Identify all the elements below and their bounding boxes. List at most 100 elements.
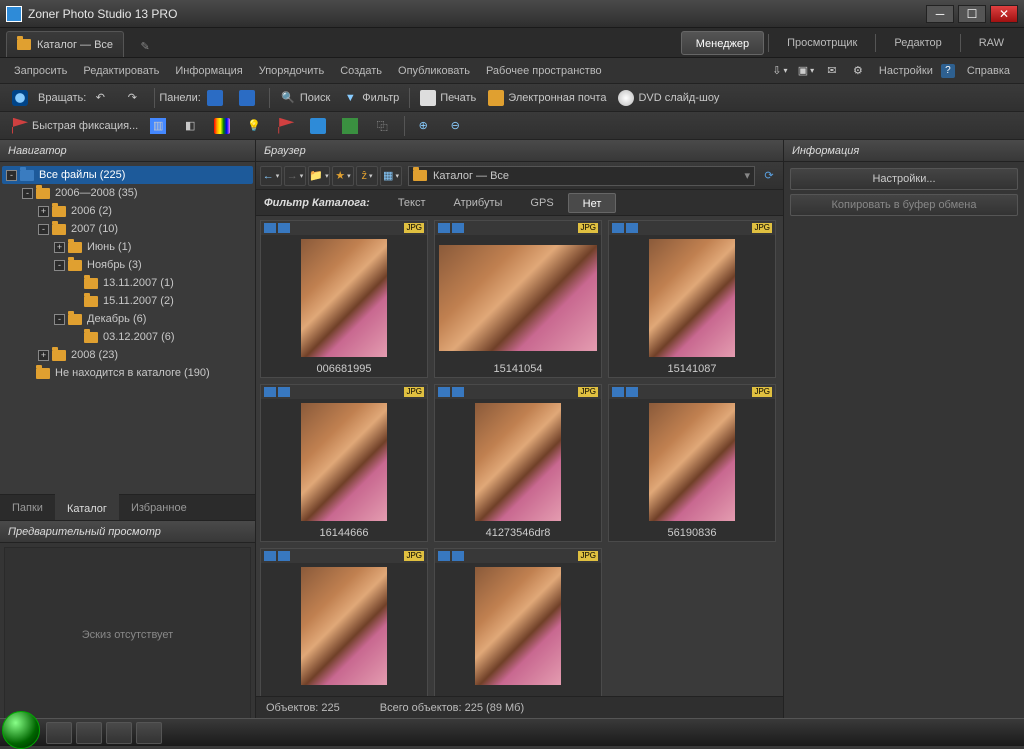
menu-publish[interactable]: Опубликовать xyxy=(390,58,478,83)
fav-button[interactable]: ★ xyxy=(332,166,354,186)
tab-catalog[interactable]: Каталог xyxy=(55,494,119,520)
tree-twisty[interactable]: + xyxy=(54,242,65,253)
taskbar-item[interactable] xyxy=(136,722,162,744)
info-copy-button[interactable]: Копировать в буфер обмена xyxy=(790,194,1018,216)
filter-text[interactable]: Текст xyxy=(384,193,440,213)
print-button[interactable]: Печать xyxy=(414,87,482,109)
taskbar-item[interactable] xyxy=(46,722,72,744)
flag-button[interactable] xyxy=(272,115,304,137)
filter-attrs[interactable]: Атрибуты xyxy=(440,193,517,213)
refresh-button[interactable]: ⟳ xyxy=(759,166,779,186)
tab-folders[interactable]: Папки xyxy=(0,495,55,520)
minimize-button[interactable]: ─ xyxy=(926,5,954,23)
acquire-button[interactable] xyxy=(6,87,38,109)
export-icon[interactable]: ▣ xyxy=(797,62,815,80)
thumbnail[interactable]: JPG56190836 xyxy=(608,384,776,542)
tree-item[interactable]: +2008 (23) xyxy=(2,346,253,364)
thumbnail-grid[interactable]: JPG006681995JPG15141054JPG15141087 JPG161… xyxy=(256,216,783,696)
filter-none[interactable]: Нет xyxy=(568,193,617,213)
thumbnail[interactable]: JPG16144666 xyxy=(260,384,428,542)
up-button[interactable]: 📁 xyxy=(308,166,330,186)
mode-editor[interactable]: Редактор xyxy=(880,31,955,55)
import-icon[interactable]: ⇩ xyxy=(771,62,789,80)
taskbar-item[interactable] xyxy=(76,722,102,744)
view-button[interactable]: ▦ xyxy=(380,166,402,186)
tree-item[interactable]: +2006 (2) xyxy=(2,202,253,220)
email-button[interactable]: Электронная почта xyxy=(482,87,612,109)
windows-taskbar[interactable] xyxy=(0,718,1024,746)
sort-button[interactable]: ẑ xyxy=(356,166,378,186)
tree-item[interactable]: -Ноябрь (3) xyxy=(2,256,253,274)
tree-twisty[interactable]: - xyxy=(54,260,65,271)
tree-twisty[interactable] xyxy=(70,332,81,343)
gear-icon[interactable]: ⚙ xyxy=(849,62,867,80)
tree-item[interactable]: +Июнь (1) xyxy=(2,238,253,256)
tree-twisty[interactable] xyxy=(70,296,81,307)
menu-arrange[interactable]: Упорядочить xyxy=(251,58,332,83)
zoom-in-button[interactable]: ⊕ xyxy=(409,115,441,137)
green-button[interactable] xyxy=(336,115,368,137)
histogram-button[interactable]: ▥ xyxy=(144,115,176,137)
panel-2-button[interactable] xyxy=(233,87,265,109)
panel-1-button[interactable] xyxy=(201,87,233,109)
info-settings-button[interactable]: Настройки... xyxy=(790,168,1018,190)
forward-button[interactable]: → xyxy=(284,166,306,186)
rotate-left-button[interactable]: ↶ xyxy=(86,87,118,109)
menu-settings[interactable]: Настройки xyxy=(871,58,941,83)
taskbar-item[interactable] xyxy=(106,722,132,744)
tree-item[interactable]: -Декабрь (6) xyxy=(2,310,253,328)
copy-button[interactable]: ⿻ xyxy=(368,115,400,137)
tree-item[interactable]: -2007 (10) xyxy=(2,220,253,238)
dvd-button[interactable]: DVD слайд-шоу xyxy=(612,87,725,109)
mode-viewer[interactable]: Просмотрщик xyxy=(773,31,871,55)
tree-item[interactable]: 15.11.2007 (2) xyxy=(2,292,253,310)
menu-help[interactable]: Справка xyxy=(959,58,1018,83)
edit-tab-icon[interactable]: ✎ xyxy=(134,35,156,57)
filter-gps[interactable]: GPS xyxy=(516,193,567,213)
close-button[interactable]: ✕ xyxy=(990,5,1018,23)
search-button[interactable]: 🔍Поиск xyxy=(274,87,336,109)
tree-twisty[interactable]: + xyxy=(38,350,49,361)
quickfix-button[interactable]: Быстрая фиксация... xyxy=(6,115,144,137)
zoom-out-button[interactable]: ⊖ xyxy=(441,115,473,137)
path-bar[interactable]: Каталог — Все ▾ xyxy=(408,166,755,186)
back-button[interactable]: ← xyxy=(260,166,282,186)
tab-favorites[interactable]: Избранное xyxy=(119,495,199,520)
tree-item[interactable]: 13.11.2007 (1) xyxy=(2,274,253,292)
menu-workspace[interactable]: Рабочее пространство xyxy=(478,58,610,83)
thumbnail[interactable]: JPG xyxy=(260,548,428,696)
thumbnail[interactable]: JPG41273546dr8 xyxy=(434,384,602,542)
rotate-right-button[interactable]: ↷ xyxy=(118,87,150,109)
tree-twisty[interactable] xyxy=(70,278,81,289)
menu-create[interactable]: Создать xyxy=(332,58,390,83)
image-button[interactable] xyxy=(304,115,336,137)
thumbnail[interactable]: JPG xyxy=(434,548,602,696)
filter-button[interactable]: ▼Фильтр xyxy=(336,87,405,109)
start-button[interactable] xyxy=(2,711,40,749)
menu-info[interactable]: Информация xyxy=(167,58,250,83)
thumbnail[interactable]: JPG006681995 xyxy=(260,220,428,378)
menu-edit[interactable]: Редактировать xyxy=(75,58,167,83)
tree-item[interactable]: Не находится в каталоге (190) xyxy=(2,364,253,382)
tree-twisty[interactable]: + xyxy=(38,206,49,217)
mode-raw[interactable]: RAW xyxy=(965,31,1018,55)
rainbow-button[interactable] xyxy=(208,115,240,137)
catalog-tab[interactable]: Каталог — Все xyxy=(6,31,124,57)
maximize-button[interactable]: ☐ xyxy=(958,5,986,23)
tree-twisty[interactable]: - xyxy=(54,314,65,325)
folder-tree[interactable]: -Все файлы (225)-2006—2008 (35)+2006 (2)… xyxy=(0,162,255,494)
tree-twisty[interactable]: - xyxy=(22,188,33,199)
tree-twisty[interactable]: - xyxy=(38,224,49,235)
tree-twisty[interactable] xyxy=(22,368,33,379)
thumbnail[interactable]: JPG15141087 xyxy=(608,220,776,378)
tree-item[interactable]: 03.12.2007 (6) xyxy=(2,328,253,346)
levels-button[interactable]: ◧ xyxy=(176,115,208,137)
tree-item[interactable]: -2006—2008 (35) xyxy=(2,184,253,202)
menu-request[interactable]: Запросить xyxy=(6,58,75,83)
mode-manager[interactable]: Менеджер xyxy=(681,31,764,55)
bulb-button[interactable]: 💡 xyxy=(240,115,272,137)
thumbnail[interactable]: JPG15141054 xyxy=(434,220,602,378)
mail-icon[interactable]: ✉ xyxy=(823,62,841,80)
tree-twisty[interactable]: - xyxy=(6,170,17,181)
tree-item[interactable]: -Все файлы (225) xyxy=(2,166,253,184)
